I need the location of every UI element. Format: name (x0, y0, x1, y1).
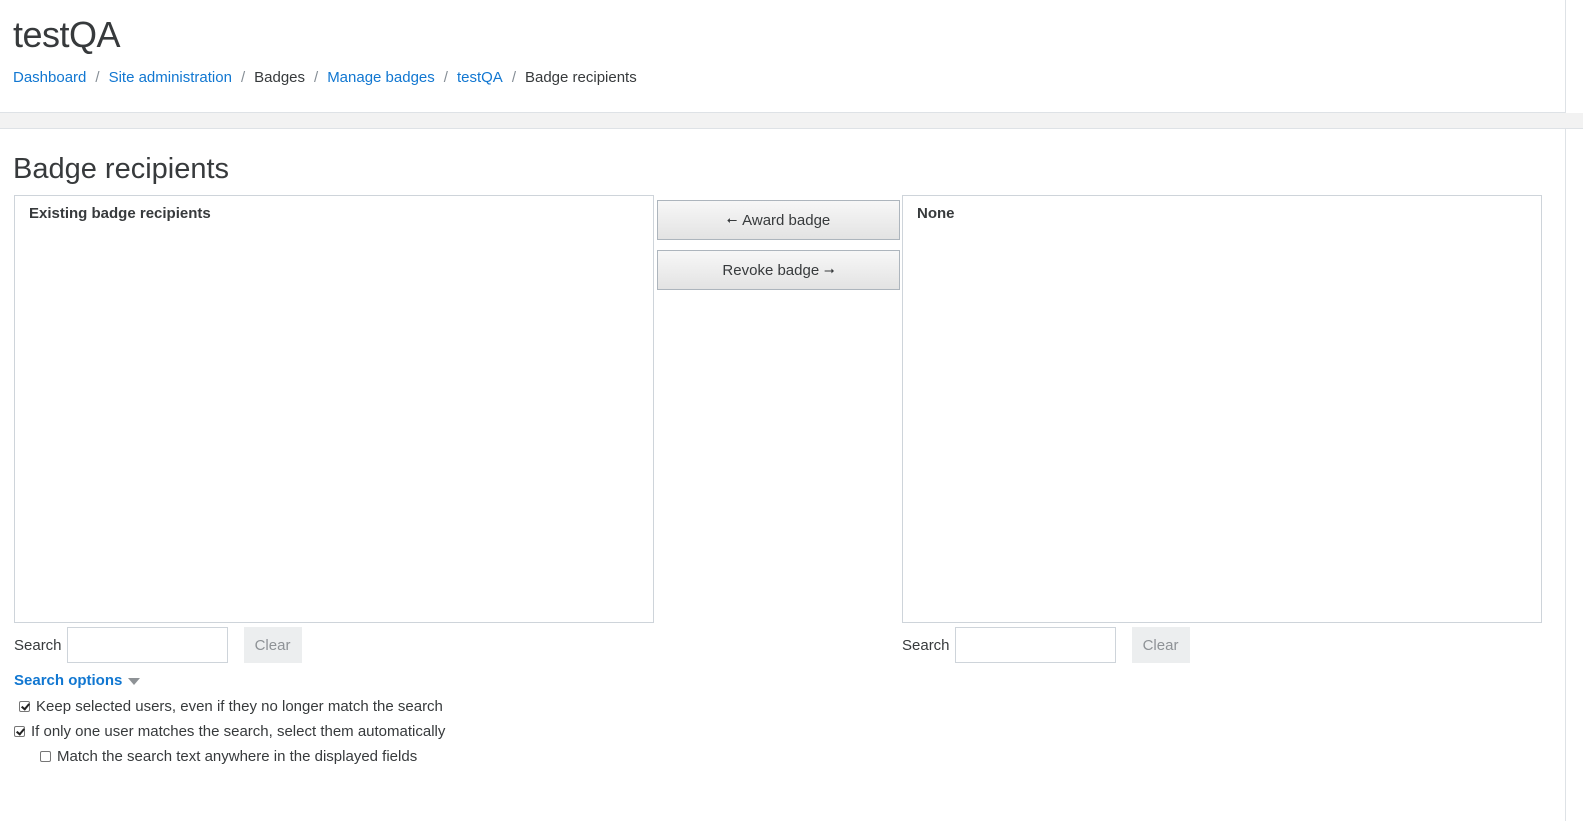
breadcrumb-separator: / (314, 69, 319, 86)
auto-select-label: If only one user matches the search, sel… (31, 723, 446, 740)
page-heading: Badge recipients (13, 153, 230, 185)
keep-selected-label: Keep selected users, even if they no lon… (36, 698, 443, 715)
existing-recipients-group-label: Existing badge recipients (29, 205, 211, 222)
breadcrumb: Dashboard / Site administration / Badges… (13, 69, 637, 86)
revoke-badge-button[interactable]: Revoke badge ⭢ (657, 250, 900, 290)
search-options-label: Search options (14, 672, 123, 689)
breadcrumb-separator: / (511, 69, 516, 86)
breadcrumb-dashboard[interactable]: Dashboard (13, 69, 86, 86)
revoke-badge-label: Revoke badge (722, 261, 820, 279)
potential-search-label: Search (902, 636, 950, 654)
option-keep-selected[interactable]: Keep selected users, even if they no lon… (19, 698, 443, 715)
option-auto-select[interactable]: If only one user matches the search, sel… (14, 723, 445, 740)
caret-down-icon (128, 678, 141, 685)
existing-search-row: Search Clear (14, 627, 302, 663)
award-badge-label: Award badge (742, 211, 831, 229)
search-options-toggle[interactable]: Search options (14, 672, 141, 689)
main-content: Badge recipients Existing badge recipien… (0, 129, 1566, 821)
potential-recipients-group-label: None (917, 205, 955, 222)
page-header: testQA Dashboard / Site administration /… (0, 0, 1566, 113)
breadcrumb-separator: / (240, 69, 246, 86)
existing-search-label: Search (14, 636, 62, 654)
potential-recipients-list[interactable]: None (902, 195, 1542, 623)
existing-search-input[interactable] (66, 627, 228, 663)
breadcrumb-testqa[interactable]: testQA (457, 69, 503, 86)
breadcrumb-manage-badges[interactable]: Manage badges (327, 69, 435, 86)
auto-select-checkbox[interactable] (14, 726, 25, 737)
potential-search-row: Search Clear (902, 627, 1190, 663)
breadcrumb-separator: / (95, 69, 100, 86)
breadcrumb-badges: Badges (254, 69, 306, 86)
match-anywhere-label: Match the search text anywhere in the di… (57, 748, 418, 765)
page-band (0, 113, 1583, 129)
award-badge-button[interactable]: ⭠ Award badge (657, 200, 900, 240)
breadcrumb-badge-recipients: Badge recipients (524, 69, 637, 86)
match-anywhere-checkbox[interactable] (40, 751, 51, 762)
arrow-left-icon: ⭠ (726, 212, 738, 227)
arrow-right-icon: ⭢ (824, 262, 835, 277)
existing-recipients-list[interactable]: Existing badge recipients (14, 195, 654, 623)
keep-selected-checkbox[interactable] (19, 701, 30, 712)
breadcrumb-site-administration[interactable]: Site administration (109, 69, 232, 86)
option-match-anywhere[interactable]: Match the search text anywhere in the di… (40, 748, 417, 765)
potential-search-clear-button[interactable]: Clear (1131, 627, 1190, 663)
site-title: testQA (13, 14, 121, 55)
potential-search-input[interactable] (954, 627, 1116, 663)
breadcrumb-separator: / (443, 69, 448, 86)
existing-search-clear-button[interactable]: Clear (243, 627, 302, 663)
